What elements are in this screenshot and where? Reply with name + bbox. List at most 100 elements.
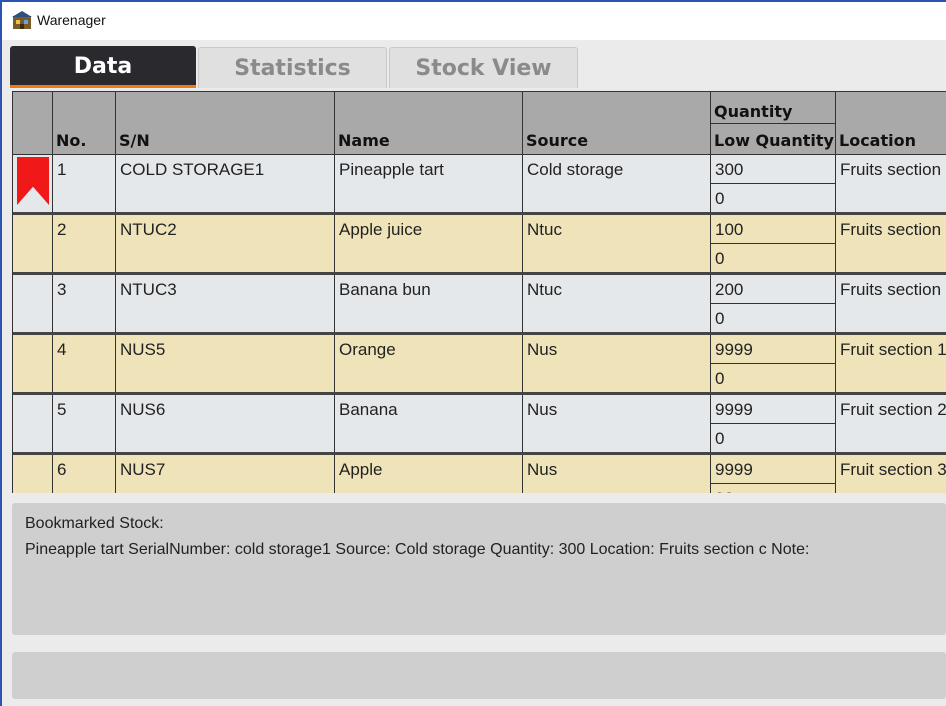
table-row[interactable]: 5 NUS6 Banana Nus 9999 0 Fruit section 2	[13, 395, 946, 455]
item-location: Fruit section 2	[840, 400, 946, 419]
row-number: 2	[57, 220, 67, 239]
bookmark-cell	[13, 215, 53, 272]
tab-statistics[interactable]: Statistics	[198, 47, 387, 88]
quantity-value: 200	[715, 280, 744, 299]
bookmark-cell	[13, 395, 53, 452]
item-source-cell: Ntuc	[523, 275, 711, 332]
header-name[interactable]: Name	[335, 92, 523, 154]
item-name: Apple juice	[339, 220, 423, 239]
header-serial-number[interactable]: S/N	[116, 92, 335, 154]
item-location: Fruits section a	[840, 280, 946, 299]
serial-number: NUS6	[120, 400, 166, 419]
item-source-cell: Cold storage	[523, 155, 711, 212]
table-row[interactable]: 1 COLD STORAGE1 Pineapple tart Cold storage…	[13, 155, 946, 215]
header-quantity-group[interactable]: Quantity Low Quantity	[711, 92, 836, 154]
bookmark-cell	[13, 335, 53, 392]
quantity-value: 9999	[715, 400, 753, 419]
table-row[interactable]: 6NUS7AppleNus999999Fruit section 3	[13, 455, 946, 493]
serial-number: NUS5	[120, 340, 166, 359]
item-location-cell: Fruits section b	[836, 215, 946, 272]
item-location-cell: Fruit section 2	[836, 395, 946, 452]
item-name: Banana	[339, 400, 398, 419]
item-source: Nus	[527, 460, 558, 479]
row-number: 6	[57, 460, 67, 479]
serial-number: NTUC2	[120, 220, 177, 239]
item-location-cell: Fruit section 1	[836, 335, 946, 392]
item-name-cell: Banana bun	[335, 275, 523, 332]
tab-stock-view[interactable]: Stock View	[389, 47, 578, 88]
stock-table[interactable]: No. S/N Name Source Quantity Low Quantit…	[12, 91, 946, 493]
header-bookmark[interactable]	[13, 92, 53, 154]
low-quantity-value: 0	[715, 309, 725, 328]
item-source-cell: Nus	[523, 335, 711, 392]
row-number-cell: 4	[53, 335, 116, 392]
item-source: Nus	[527, 340, 558, 359]
row-number-cell: 2	[53, 215, 116, 272]
table-header: No. S/N Name Source Quantity Low Quantit…	[13, 92, 946, 155]
item-source: Ntuc	[527, 280, 562, 299]
item-name: Banana bun	[339, 280, 431, 299]
row-number-cell: 1	[53, 155, 116, 212]
tab-data[interactable]: Data	[10, 46, 196, 88]
quantity-value: 300	[715, 160, 744, 179]
header-no[interactable]: No.	[53, 92, 116, 154]
item-location: Fruit section 1	[840, 340, 946, 359]
serial-number: COLD STORAGE1	[120, 160, 265, 179]
table-row[interactable]: 4 NUS5 Orange Nus 9999 0 Fruit section 1	[13, 335, 946, 395]
item-source-cell: Nus	[523, 455, 711, 493]
item-location: Fruits section b	[840, 220, 946, 239]
header-low-quantity: Low Quantity	[714, 131, 834, 150]
item-location-cell: Fruits section a	[836, 275, 946, 332]
bookmark-cell	[13, 455, 53, 493]
item-source: Cold storage	[527, 160, 624, 179]
low-quantity-value: 0	[715, 189, 725, 208]
item-name-cell: Banana	[335, 395, 523, 452]
command-box[interactable]	[12, 652, 946, 699]
quantity-cell: 9999 0	[711, 335, 836, 392]
quantity-cell: 9999 0	[711, 395, 836, 452]
row-number-cell: 5	[53, 395, 116, 452]
window-title: Warenager	[37, 12, 106, 28]
serial-number-cell: NUS6	[116, 395, 335, 452]
quantity-cell: 999999	[711, 455, 836, 493]
item-source: Nus	[527, 400, 558, 419]
item-source-cell: Nus	[523, 395, 711, 452]
bookmark-cell	[13, 275, 53, 332]
item-location: Fruit section 3	[840, 460, 946, 479]
table-row[interactable]: 2 NTUC2 Apple juice Ntuc 100 0 Fruits section …	[13, 215, 946, 275]
item-name-cell: Apple	[335, 455, 523, 493]
row-number-cell: 3	[53, 275, 116, 332]
item-source: Ntuc	[527, 220, 562, 239]
quantity-cell: 100 0	[711, 215, 836, 272]
row-number: 3	[57, 280, 67, 299]
serial-number: NTUC3	[120, 280, 177, 299]
bookmark-flag-icon	[17, 157, 49, 205]
item-location: Fruits section c	[840, 160, 946, 179]
row-number: 5	[57, 400, 67, 419]
header-location[interactable]: Location	[836, 92, 946, 154]
item-location-cell: Fruits section c	[836, 155, 946, 212]
bookmarked-stock-details: Pineapple tart SerialNumber: cold storag…	[25, 541, 810, 558]
low-quantity-value: 0	[715, 249, 725, 268]
window-edge	[0, 0, 2, 706]
low-quantity-value: 0	[715, 429, 725, 448]
quantity-value: 9999	[715, 460, 753, 479]
serial-number-cell: NUS7	[116, 455, 335, 493]
low-quantity-value: 99	[715, 489, 734, 493]
item-source-cell: Ntuc	[523, 215, 711, 272]
serial-number-cell: COLD STORAGE1	[116, 155, 335, 212]
item-name: Orange	[339, 340, 396, 359]
item-name: Apple	[339, 460, 383, 479]
item-name-cell: Apple juice	[335, 215, 523, 272]
table-row[interactable]: 3 NTUC3 Banana bun Ntuc 200 0 Fruits section a	[13, 275, 946, 335]
serial-number-cell: NTUC2	[116, 215, 335, 272]
low-quantity-value: 0	[715, 369, 725, 388]
row-number: 4	[57, 340, 67, 359]
header-quantity: Quantity	[711, 92, 835, 124]
row-number: 1	[57, 160, 67, 179]
bookmark-cell	[13, 155, 53, 212]
quantity-value: 100	[715, 220, 744, 239]
item-location-cell: Fruit section 3	[836, 455, 946, 493]
header-source[interactable]: Source	[523, 92, 711, 154]
title-bar: Warenager	[2, 0, 946, 40]
